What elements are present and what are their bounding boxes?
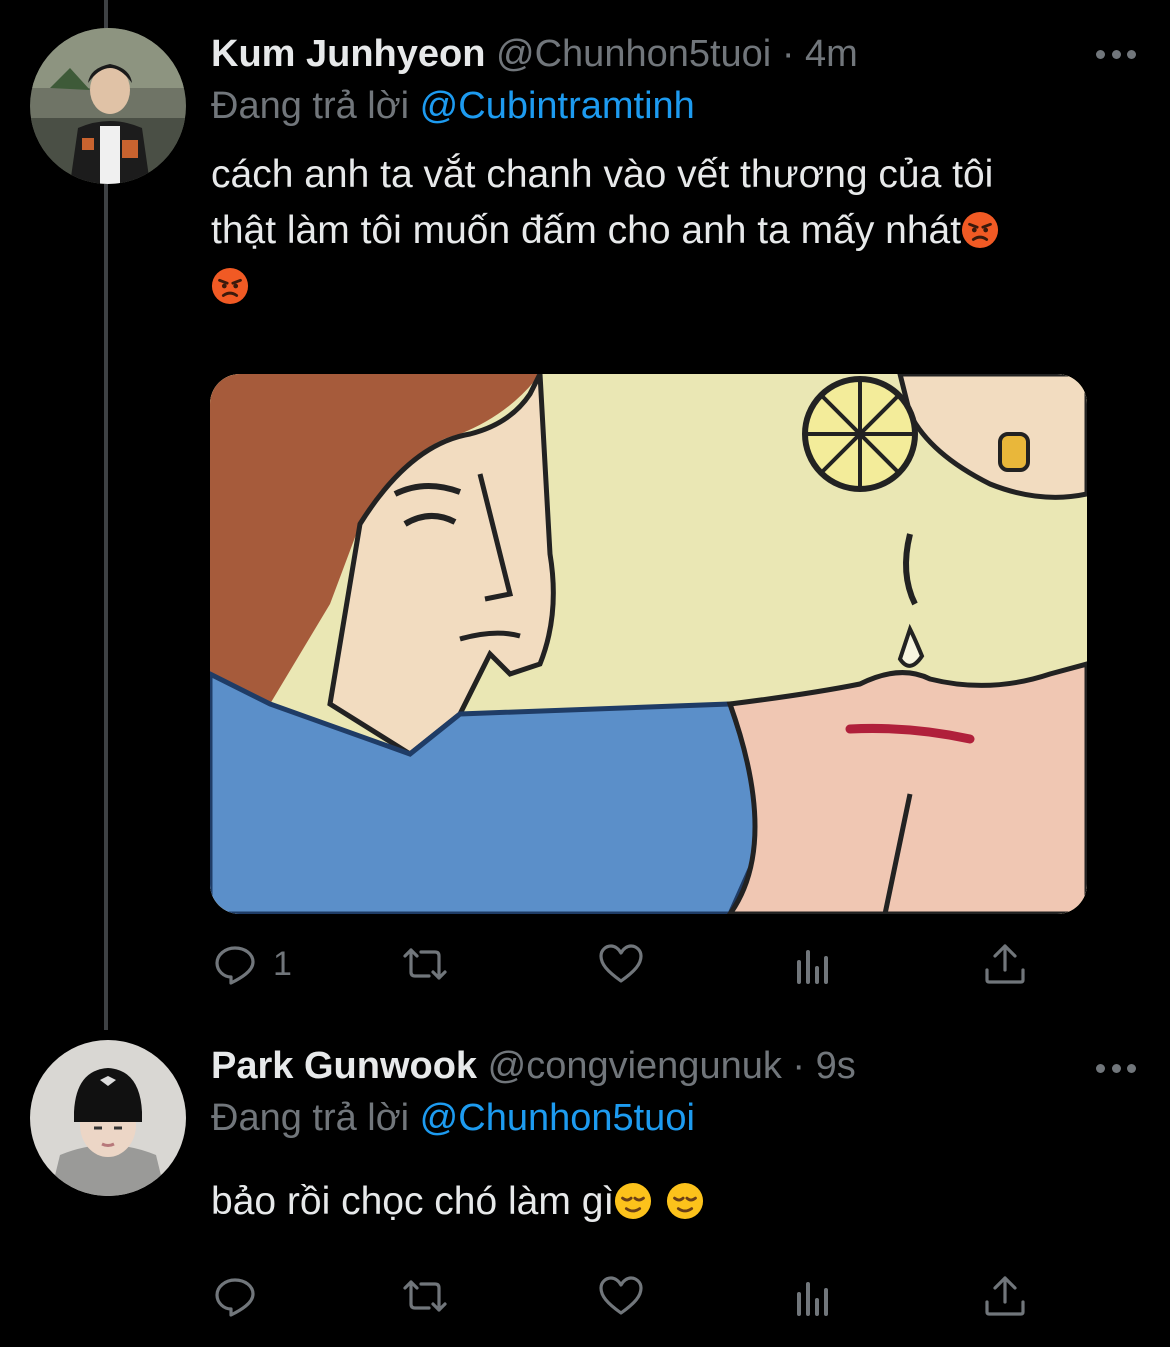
- mention-link[interactable]: @Cubintramtinh: [420, 85, 695, 127]
- reply-button[interactable]: [211, 1266, 273, 1326]
- retweet-icon: [403, 1280, 447, 1312]
- relieved-face-emoji: [615, 1182, 652, 1220]
- reply-button[interactable]: 1: [211, 934, 292, 994]
- reply-icon: [215, 946, 255, 985]
- tweet-actions: 1: [211, 934, 1041, 994]
- tweet-header: Park Gunwook @congviengunuk · 9s: [211, 1043, 856, 1089]
- analytics-button[interactable]: [789, 934, 837, 994]
- replying-prefix: Đang trả lời: [211, 1097, 410, 1139]
- reply-icon: [215, 1278, 255, 1317]
- share-icon: [985, 944, 1025, 984]
- analytics-icon: [797, 950, 828, 984]
- separator-dot: ·: [781, 33, 795, 75]
- handle[interactable]: @Chunhon5tuoi: [496, 33, 771, 75]
- pouting-face-emoji: [962, 211, 999, 249]
- pouting-face-emoji: [211, 267, 249, 305]
- tweet-text-segment: thật làm tôi muốn đấm cho anh ta mấy nhá…: [211, 209, 962, 252]
- retweet-button[interactable]: [401, 934, 449, 994]
- replying-to: Đang trả lời @Chunhon5tuoi: [211, 1095, 695, 1141]
- more-icon[interactable]: [1096, 46, 1136, 62]
- tweet-header: Kum Junhyeon @Chunhon5tuoi · 4m: [211, 31, 858, 77]
- analytics-button[interactable]: [789, 1266, 837, 1326]
- separator-dot: ·: [792, 1045, 806, 1087]
- avatar[interactable]: [30, 28, 186, 184]
- avatar-photo-icon: [30, 1040, 186, 1196]
- share-button[interactable]: [981, 1266, 1029, 1326]
- tweet-text-line: cách anh ta vắt chanh vào vết thương của…: [211, 153, 994, 196]
- mention-link[interactable]: @Chunhon5tuoi: [420, 1097, 695, 1139]
- retweet-button[interactable]: [401, 1266, 449, 1326]
- tweet-text-line: thật làm tôi muốn đấm cho anh ta mấy nhá…: [211, 203, 1111, 259]
- share-button[interactable]: [981, 934, 1029, 994]
- tweet-text: bảo rồi chọc chó làm gì: [211, 1174, 1111, 1230]
- cartoon-illustration-icon: [210, 374, 1087, 914]
- display-name[interactable]: Kum Junhyeon: [211, 33, 485, 75]
- retweet-icon: [403, 948, 447, 980]
- tweet-divider: [0, 1030, 1170, 1032]
- like-icon: [599, 944, 643, 983]
- replying-prefix: Đang trả lời: [211, 85, 410, 127]
- reply-count: 1: [273, 944, 292, 983]
- like-icon: [599, 1276, 643, 1315]
- more-icon[interactable]: [1096, 1060, 1136, 1076]
- relieved-face-emoji: [667, 1182, 704, 1220]
- tweet-text-line: [211, 259, 1111, 315]
- tweet-text: cách anh ta vắt chanh vào vết thương của…: [211, 147, 1111, 315]
- handle[interactable]: @congviengunuk: [488, 1045, 782, 1087]
- tweet-actions: [211, 1266, 1041, 1326]
- tweet-text-line: bảo rồi chọc chó làm gì: [211, 1174, 1111, 1230]
- like-button[interactable]: [597, 934, 645, 994]
- share-icon: [985, 1276, 1025, 1316]
- timestamp[interactable]: 9s: [816, 1045, 856, 1087]
- tweet-text-segment: bảo rồi chọc chó làm gì: [211, 1180, 615, 1223]
- timestamp[interactable]: 4m: [805, 33, 858, 75]
- tweet-media-image[interactable]: [210, 374, 1087, 914]
- replying-to: Đang trả lời @Cubintramtinh: [211, 83, 695, 129]
- display-name[interactable]: Park Gunwook: [211, 1045, 477, 1087]
- like-button[interactable]: [597, 1266, 645, 1326]
- analytics-icon: [797, 1282, 828, 1316]
- avatar-photo-icon: [30, 28, 186, 184]
- avatar[interactable]: [30, 1040, 186, 1196]
